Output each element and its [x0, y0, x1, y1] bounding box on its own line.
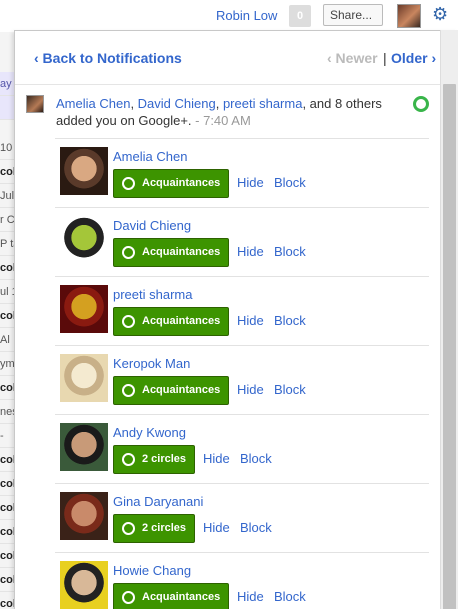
notification-summary-text: Amelia Chen, David Chieng, preeti sharma…: [56, 95, 406, 129]
person-name-link[interactable]: Gina Daryanani: [113, 494, 203, 509]
background-row: P ta: [0, 232, 14, 256]
block-link[interactable]: Block: [274, 244, 306, 259]
add-to-circles-button[interactable]: 2 circles: [113, 445, 196, 474]
person-row: Gina Daryanani 2 circles Hide Block: [55, 483, 429, 552]
block-link[interactable]: Block: [274, 382, 306, 397]
summary-name-link[interactable]: preeti sharma: [223, 96, 302, 111]
person-name-link[interactable]: Keropok Man: [113, 356, 190, 371]
background-row: 10: [0, 136, 14, 160]
notification-timestamp: - 7:40 AM: [191, 113, 251, 128]
older-link[interactable]: Older ›: [391, 50, 436, 66]
summary-name-link[interactable]: David Chieng: [138, 96, 216, 111]
scrollbar[interactable]: [440, 30, 458, 609]
add-to-circles-button[interactable]: Acquaintances: [113, 583, 230, 609]
background-row: ay: [0, 72, 14, 96]
notification-nav: ‹ Back to Notifications ‹ Newer | Older …: [15, 31, 445, 85]
background-row: col: [0, 448, 14, 472]
hide-link[interactable]: Hide: [237, 313, 264, 328]
summary-comma: ,: [130, 96, 138, 111]
nav-separator: |: [383, 50, 387, 66]
block-link[interactable]: Block: [240, 451, 272, 466]
background-row: nes: [0, 400, 14, 424]
person-name-link[interactable]: preeti sharma: [113, 287, 192, 302]
add-to-circles-button[interactable]: Acquaintances: [113, 169, 230, 198]
block-link[interactable]: Block: [274, 175, 306, 190]
background-row: Al: [0, 328, 14, 352]
add-to-circles-button[interactable]: Acquaintances: [113, 376, 230, 405]
person-row: Andy Kwong 2 circles Hide Block: [55, 414, 429, 483]
avatar[interactable]: [60, 354, 108, 402]
circle-icon: [413, 96, 429, 112]
person-name-link[interactable]: David Chieng: [113, 218, 191, 233]
summary-comma: ,: [215, 96, 223, 111]
hide-link[interactable]: Hide: [237, 175, 264, 190]
notification-count-badge[interactable]: 0: [289, 5, 311, 27]
back-to-notifications-link[interactable]: ‹ Back to Notifications: [34, 50, 182, 66]
background-row: col: [0, 304, 14, 328]
person-row: Amelia Chen Acquaintances Hide Block: [55, 138, 429, 207]
person-name-link[interactable]: Andy Kwong: [113, 425, 186, 440]
background-row: col: [0, 256, 14, 280]
avatar[interactable]: [60, 216, 108, 264]
avatar[interactable]: [397, 4, 421, 28]
avatar[interactable]: [60, 561, 108, 609]
hide-link[interactable]: Hide: [237, 589, 264, 604]
gear-icon[interactable]: ⚙: [432, 5, 450, 23]
background-row: col: [0, 376, 14, 400]
add-to-circles-button[interactable]: Acquaintances: [113, 238, 230, 267]
notification-panel: ‹ Back to Notifications ‹ Newer | Older …: [14, 30, 458, 609]
avatar[interactable]: [60, 423, 108, 471]
notification-summary: Amelia Chen, David Chieng, preeti sharma…: [15, 86, 439, 134]
background-row: ul 1: [0, 280, 14, 304]
user-name-link[interactable]: Robin Low: [216, 8, 277, 23]
notification-avatar: [26, 95, 44, 113]
background-row: col: [0, 160, 14, 184]
background-row: col: [0, 520, 14, 544]
person-row: preeti sharma Acquaintances Hide Block: [55, 276, 429, 345]
background-row: Jul: [0, 184, 14, 208]
person-name-link[interactable]: Amelia Chen: [113, 149, 187, 164]
hide-link[interactable]: Hide: [237, 382, 264, 397]
person-name-link[interactable]: Howie Chang: [113, 563, 191, 578]
share-button[interactable]: Share...: [323, 4, 383, 26]
hide-link[interactable]: Hide: [203, 451, 230, 466]
avatar[interactable]: [60, 492, 108, 540]
hide-link[interactable]: Hide: [203, 520, 230, 535]
scrollbar-thumb[interactable]: [443, 84, 456, 609]
block-link[interactable]: Block: [274, 589, 306, 604]
newer-link: ‹ Newer: [327, 50, 378, 66]
background-row: col: [0, 592, 14, 609]
block-link[interactable]: Block: [274, 313, 306, 328]
background-row: col: [0, 544, 14, 568]
background-row: r C: [0, 208, 14, 232]
block-link[interactable]: Block: [240, 520, 272, 535]
background-row: col: [0, 496, 14, 520]
background-row: ym: [0, 352, 14, 376]
background-row: col: [0, 568, 14, 592]
add-to-circles-button[interactable]: 2 circles: [113, 514, 196, 543]
background-row: col: [0, 472, 14, 496]
background-row: [0, 96, 14, 120]
top-bar: Robin Low 0 Share... ⚙: [0, 0, 458, 32]
background-page-strip: ay10colJulr CP tacolul 1colAlymcolnes - …: [0, 32, 14, 609]
add-to-circles-button[interactable]: Acquaintances: [113, 307, 230, 336]
person-row: Howie Chang Acquaintances Hide Block: [55, 552, 429, 609]
avatar[interactable]: [60, 147, 108, 195]
avatar[interactable]: [60, 285, 108, 333]
background-row: -: [0, 424, 14, 448]
person-row: Keropok Man Acquaintances Hide Block: [55, 345, 429, 414]
person-row: David Chieng Acquaintances Hide Block: [55, 207, 429, 276]
hide-link[interactable]: Hide: [237, 244, 264, 259]
summary-name-link[interactable]: Amelia Chen: [56, 96, 130, 111]
